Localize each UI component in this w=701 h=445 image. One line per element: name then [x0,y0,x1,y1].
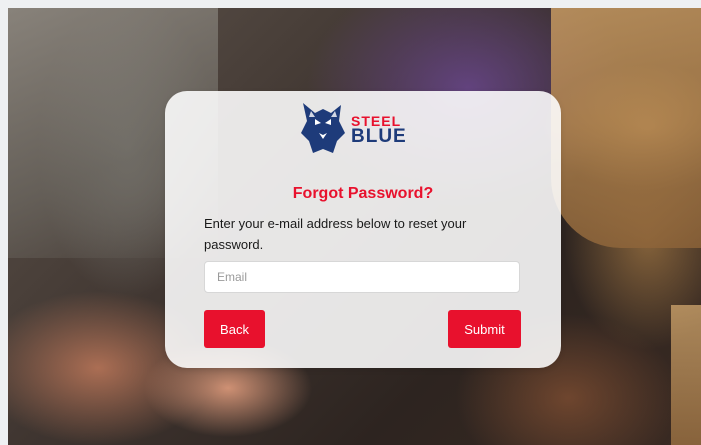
back-button[interactable]: Back [204,310,265,348]
instructions-text: Enter your e-mail address below to reset… [204,216,467,252]
wolf-logo-icon [301,103,345,153]
steel-blue-logo: STEEL BLUE [297,99,429,155]
email-field[interactable] [204,261,520,293]
page: STEEL BLUE Forgot Password? Enter your e… [0,0,701,445]
background-boot [551,8,701,248]
submit-button[interactable]: Submit [448,310,521,348]
forgot-password-card: STEEL BLUE Forgot Password? Enter your e… [165,91,561,368]
background-boot-lower [671,305,701,445]
page-title: Forgot Password? [292,185,434,202]
logo-text-blue: BLUE [351,126,407,147]
